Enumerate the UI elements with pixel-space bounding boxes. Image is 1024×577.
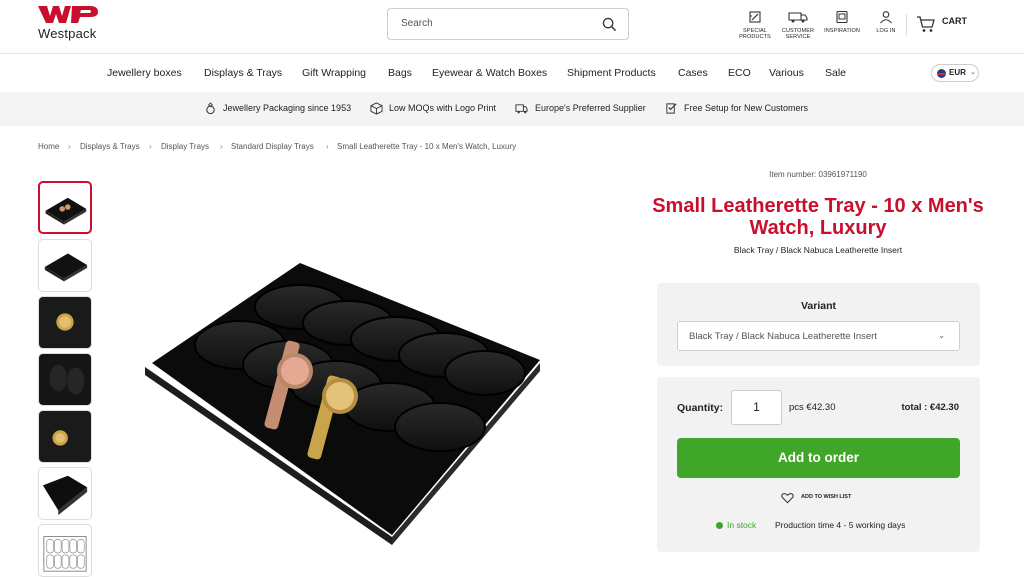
breadcrumb-display-trays[interactable]: Display Trays [161, 142, 209, 151]
brand-name: Westpack [38, 26, 97, 41]
truck-icon [788, 12, 808, 23]
nav-item-bags[interactable]: Bags [388, 67, 412, 79]
usp-since-1953: Jewellery Packaging since 1953 [223, 103, 352, 113]
order-panel: Quantity: 1 pcs €42.30 total : €42.30 Ad… [657, 377, 980, 552]
header-divider [906, 14, 907, 36]
box-icon [370, 102, 383, 115]
product-title: Small Leatherette Tray - 10 x Men's Watc… [652, 195, 984, 239]
breadcrumb-separator: › [68, 142, 71, 151]
cart-icon [917, 16, 935, 32]
product-thumbnail[interactable] [38, 296, 92, 349]
watch-side-image [39, 411, 91, 462]
currency-selector[interactable]: EUR ⌄ [931, 64, 979, 82]
usp-low-moqs: Low MOQs with Logo Print [389, 103, 497, 113]
tray-closeup-image [39, 354, 91, 405]
site-header: Westpack Search SPECIAL PRODUCTS CUSTOME… [0, 0, 1024, 54]
product-thumbnail[interactable] [38, 353, 92, 406]
image-frame-icon [836, 10, 848, 24]
item-number: Item number: 03961971190 [769, 170, 867, 179]
ring-icon [206, 102, 215, 115]
quantity-label: Quantity: [677, 402, 724, 414]
customer-service-link[interactable]: CUSTOMER SERVICE [773, 10, 823, 40]
variant-panel: Variant Black Tray / Black Nabuca Leathe… [657, 283, 980, 366]
total-price: total : €42.30 [901, 402, 959, 413]
nav-item-eyewear-watch-boxes[interactable]: Eyewear & Watch Boxes [432, 67, 547, 79]
chevron-down-icon: ⌄ [938, 331, 945, 340]
tray-diagram-image [43, 536, 87, 572]
breadcrumb-current: Small Leatherette Tray - 10 x Men's Watc… [337, 142, 517, 151]
usp-free-setup: Free Setup for New Customers [684, 103, 809, 113]
search-icon[interactable] [602, 17, 617, 32]
cart-label: CART [942, 16, 967, 26]
breadcrumb-standard-display-trays[interactable]: Standard Display Trays [231, 142, 314, 151]
quantity-input[interactable]: 1 [731, 390, 782, 425]
heart-icon [781, 493, 794, 504]
variant-heading: Variant [800, 300, 837, 312]
breadcrumb-separator: › [220, 142, 223, 151]
user-icon [880, 11, 892, 24]
wish-list-label: ADD TO WISH LIST [801, 494, 852, 500]
cart-button[interactable]: CART [916, 12, 976, 36]
nav-item-various[interactable]: Various [769, 67, 804, 79]
tray-corner-image [42, 475, 88, 516]
tray-with-watches-image [45, 197, 87, 225]
flag-icon [937, 69, 946, 78]
nav-item-displays-trays[interactable]: Displays & Trays [204, 67, 282, 79]
empty-tray-image [44, 253, 88, 282]
currency-value: EUR [949, 68, 966, 77]
nav-item-jewellery-boxes[interactable]: Jewellery boxes [107, 67, 182, 79]
nav-item-shipment-products[interactable]: Shipment Products [567, 67, 656, 79]
product-thumbnail[interactable] [38, 239, 92, 292]
customer-service-label: CUSTOMER SERVICE [781, 28, 815, 40]
add-to-order-button[interactable]: Add to order [677, 438, 960, 478]
chevron-down-icon: ⌄ [970, 69, 976, 76]
breadcrumb-separator: › [149, 142, 152, 151]
nav-item-sale[interactable]: Sale [825, 67, 846, 79]
variant-select[interactable]: Black Tray / Black Nabuca Leatherette In… [677, 321, 960, 351]
stock-label: In stock [727, 520, 757, 530]
product-main-image[interactable] [140, 255, 560, 575]
product-thumbnail[interactable] [38, 524, 92, 577]
log-in-link[interactable]: LOG IN [861, 10, 911, 34]
nav-item-cases[interactable]: Cases [678, 67, 708, 79]
nav-item-gift-wrapping[interactable]: Gift Wrapping [302, 67, 366, 79]
pencil-ruler-icon [749, 11, 761, 23]
usp-preferred-supplier: Europe's Preferred Supplier [535, 103, 646, 113]
in-stock-indicator [716, 522, 723, 529]
document-check-icon [666, 103, 677, 114]
westpack-logo-mark [38, 6, 98, 23]
unit-price: pcs €42.30 [789, 402, 836, 413]
search-input[interactable]: Search [387, 8, 629, 40]
inspiration-label: INSPIRATION [824, 28, 860, 34]
product-thumbnail[interactable] [38, 410, 92, 463]
usp-bar: Jewellery Packaging since 1953 Low MOQs … [0, 92, 1024, 126]
product-thumbnail[interactable] [38, 467, 92, 520]
product-thumbnail[interactable] [38, 181, 92, 234]
inspiration-link[interactable]: INSPIRATION [817, 10, 867, 34]
log-in-label: LOG IN [876, 28, 896, 34]
production-time: Production time 4 - 5 working days [775, 520, 906, 530]
watch-detail-image [39, 297, 91, 348]
truck-icon [515, 104, 528, 114]
breadcrumb-separator: › [326, 142, 329, 151]
search-placeholder: Search [401, 18, 433, 29]
variant-selected-value: Black Tray / Black Nabuca Leatherette In… [689, 331, 877, 342]
product-subtitle: Black Tray / Black Nabuca Leatherette In… [733, 245, 903, 255]
breadcrumb-displays-trays[interactable]: Displays & Trays [80, 142, 140, 151]
breadcrumb-home[interactable]: Home [38, 142, 59, 151]
brand-logo[interactable]: Westpack [38, 6, 118, 42]
nav-item-eco[interactable]: ECO [728, 67, 751, 79]
main-navigation: Jewellery boxes Displays & Trays Gift Wr… [0, 54, 1024, 92]
